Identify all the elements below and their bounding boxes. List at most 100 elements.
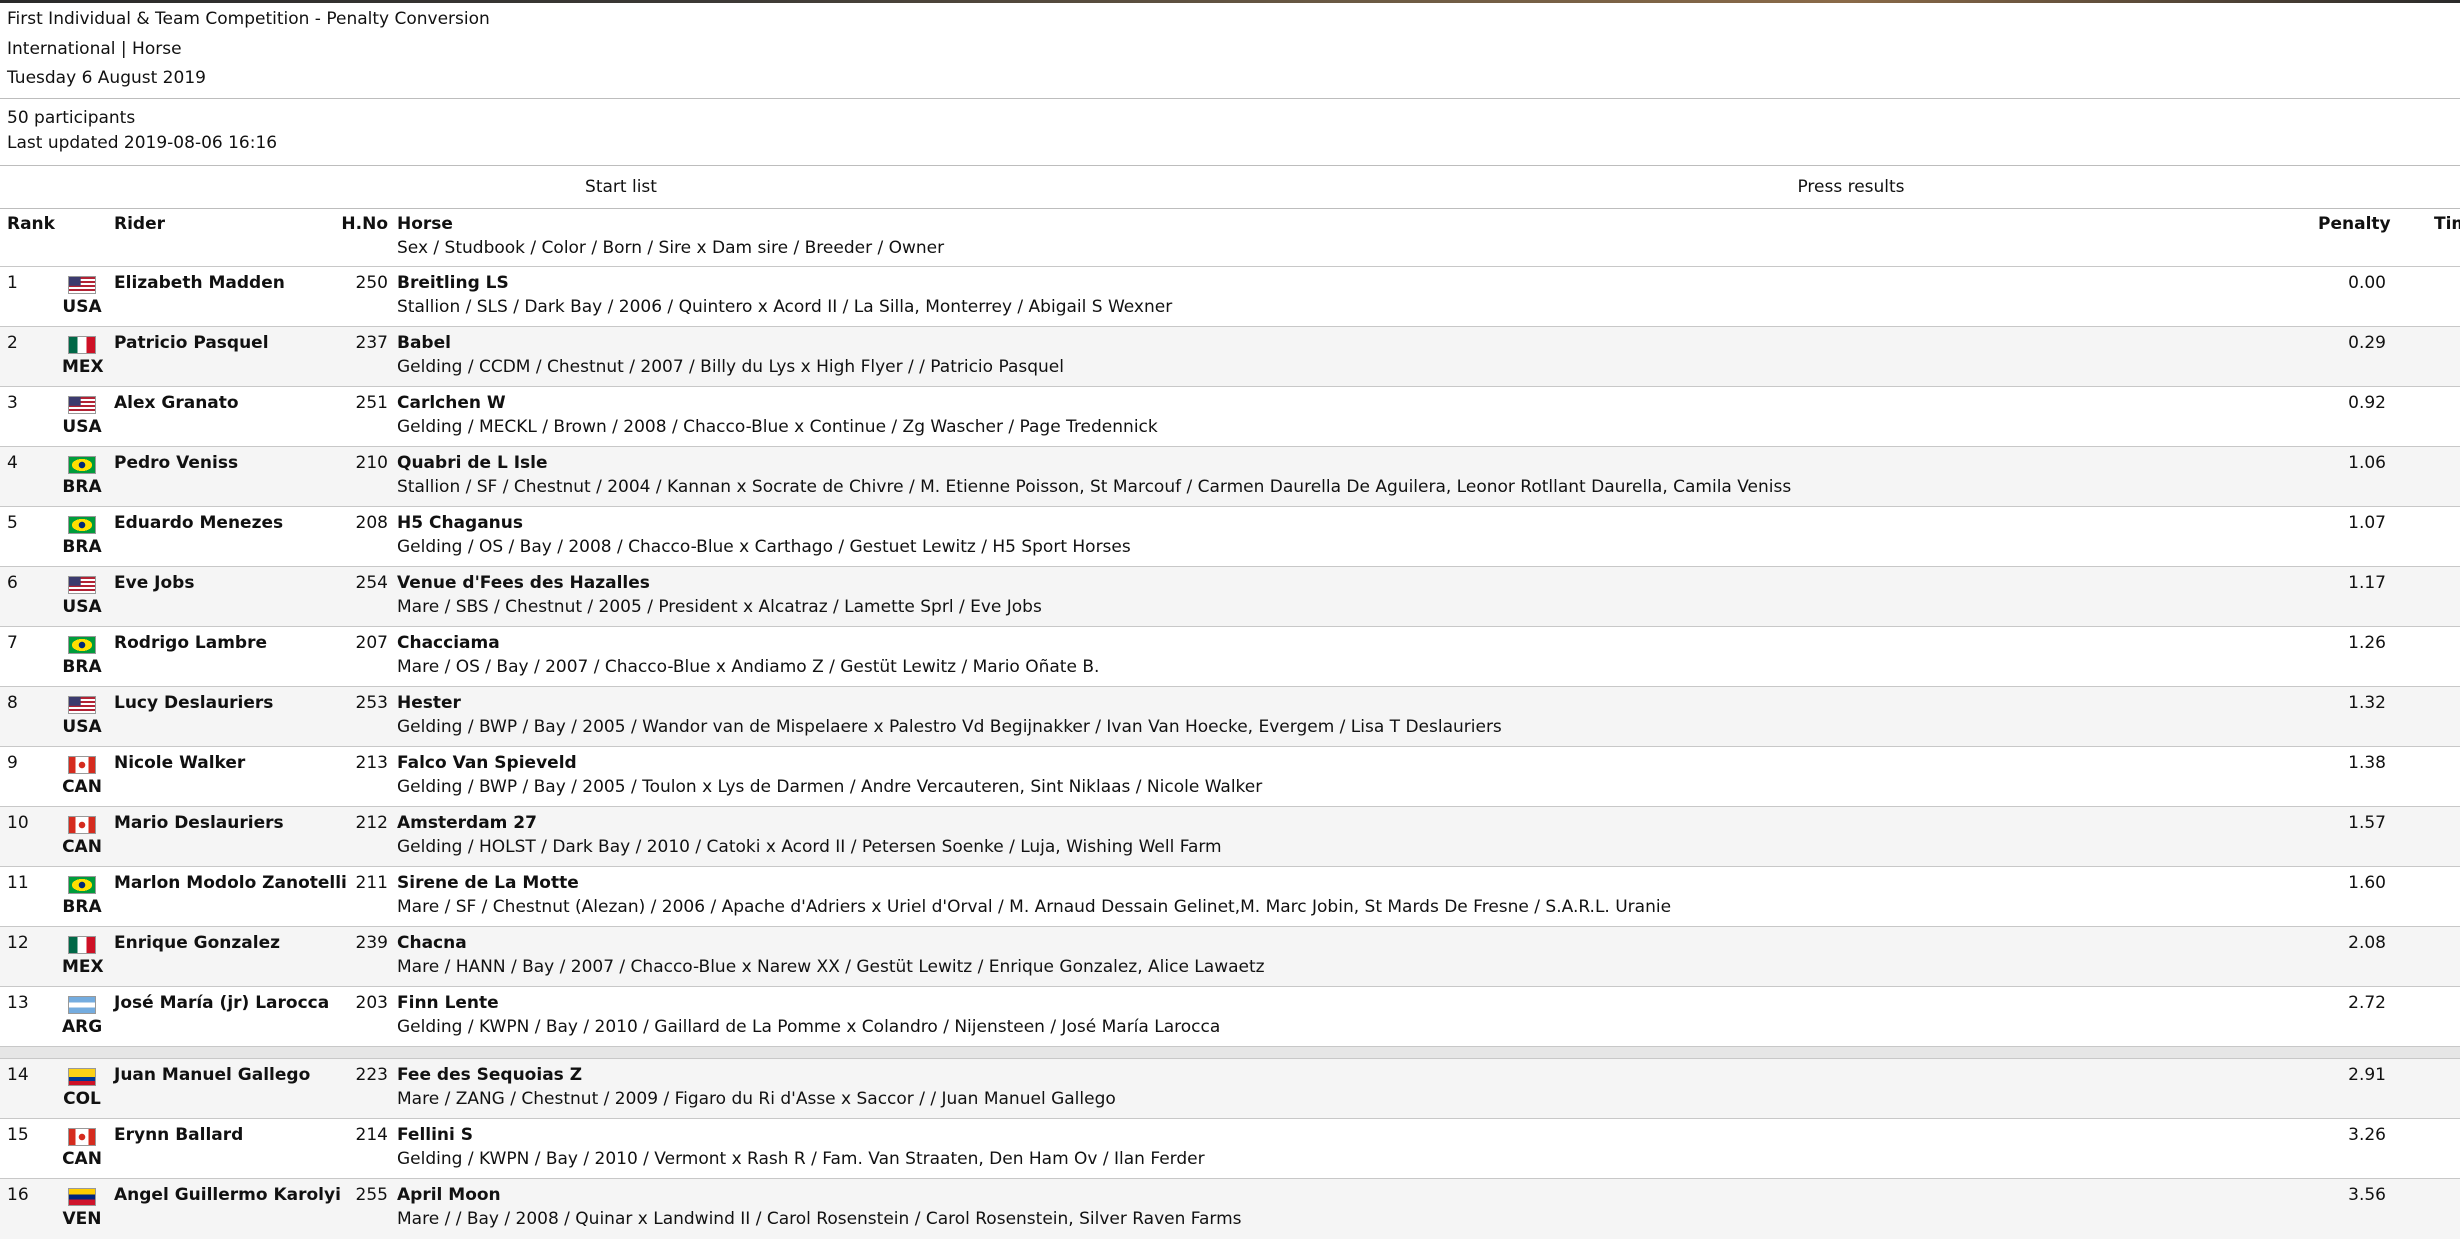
rank: 8 xyxy=(7,693,18,713)
country-flag-icon xyxy=(68,1068,96,1086)
rank: 7 xyxy=(7,633,18,653)
rider-name[interactable]: Juan Manuel Gallego xyxy=(114,1064,310,1086)
nation-code: USA xyxy=(62,297,102,317)
country-flag-icon xyxy=(68,1188,96,1206)
horse-details: Gelding / BWP / Bay / 2005 / Wandor van … xyxy=(397,717,1502,737)
col-rank: Rank xyxy=(7,214,55,234)
event-date: Tuesday 6 August 2019 xyxy=(7,68,206,88)
horse-name[interactable]: Chacciama xyxy=(397,632,500,654)
rider-name[interactable]: Eduardo Menezes xyxy=(114,512,283,534)
rider-name[interactable]: Rodrigo Lambre xyxy=(114,632,267,654)
country-flag-icon xyxy=(68,1128,96,1146)
table-row[interactable]: 6 USA Eve Jobs 254 Venue d'Fees des Hazalles… xyxy=(0,566,2460,627)
rank: 14 xyxy=(7,1065,29,1085)
rank: 2 xyxy=(7,333,18,353)
horse-number: 251 xyxy=(355,393,388,413)
divider xyxy=(0,98,2460,99)
horse-number: 214 xyxy=(355,1125,388,1145)
nation-code: BRA xyxy=(62,897,102,917)
horse-name[interactable]: Breitling LS xyxy=(397,272,509,294)
table-row[interactable]: 7 BRA Rodrigo Lambre 207 Chacciama Mare / OS … xyxy=(0,626,2460,687)
horse-name[interactable]: Sirene de La Motte xyxy=(397,872,579,894)
results-table-header: Rank Rider H.No Horse Sex / Studbook / C… xyxy=(0,210,2460,266)
rider-name[interactable]: Marlon Modolo Zanotelli xyxy=(114,872,347,894)
table-row[interactable]: 9 CAN Nicole Walker 213 Falco Van Spieveld Ge… xyxy=(0,746,2460,807)
penalty: 2.91 xyxy=(2348,1065,2386,1085)
table-row[interactable]: 16 VEN Angel Guillermo Karolyi 255 April Moo… xyxy=(0,1178,2460,1239)
country-flag-icon xyxy=(68,636,96,654)
country-flag-icon xyxy=(68,936,96,954)
horse-number: 210 xyxy=(355,453,388,473)
rank: 13 xyxy=(7,993,29,1013)
rank: 9 xyxy=(7,753,18,773)
horse-details: Gelding / BWP / Bay / 2005 / Toulon x Ly… xyxy=(397,777,1263,797)
horse-number: 211 xyxy=(355,873,388,893)
view-switcher: Start list Press results xyxy=(0,166,2460,208)
last-updated: Last updated 2019-08-06 16:16 xyxy=(7,133,278,153)
horse-name[interactable]: Venue d'Fees des Hazalles xyxy=(397,572,650,594)
country-flag-icon xyxy=(68,876,96,894)
table-row[interactable]: 14 COL Juan Manuel Gallego 223 Fee des Sequo… xyxy=(0,1058,2460,1119)
horse-name[interactable]: Falco Van Spieveld xyxy=(397,752,577,774)
table-row[interactable]: 15 CAN Erynn Ballard 214 Fellini S Gelding / … xyxy=(0,1118,2460,1179)
participants-count: 50 participants xyxy=(7,108,136,128)
nation-code: USA xyxy=(62,597,102,617)
horse-name[interactable]: Hester xyxy=(397,692,461,714)
table-row[interactable]: 10 CAN Mario Deslauriers 212 Amsterdam 27 Gel… xyxy=(0,806,2460,867)
horse-details: Gelding / HOLST / Dark Bay / 2010 / Cato… xyxy=(397,837,1222,857)
horse-name[interactable]: Babel xyxy=(397,332,451,354)
press-results-button[interactable]: Press results xyxy=(1242,166,2460,208)
rank: 1 xyxy=(7,273,18,293)
horse-details: Stallion / SF / Chestnut / 2004 / Kannan… xyxy=(397,477,1792,497)
rider-name[interactable]: Patricio Pasquel xyxy=(114,332,269,354)
rider-name[interactable]: Lucy Deslauriers xyxy=(114,692,273,714)
table-row[interactable]: 13 ARG José María (jr) Larocca 203 Finn Lent… xyxy=(0,986,2460,1047)
start-list-button[interactable]: Start list xyxy=(0,166,1242,208)
horse-name[interactable]: Fee des Sequoias Z xyxy=(397,1064,582,1086)
rider-name[interactable]: Alex Granato xyxy=(114,392,239,414)
penalty: 1.26 xyxy=(2348,633,2386,653)
penalty: 2.72 xyxy=(2348,993,2386,1013)
penalty: 1.57 xyxy=(2348,813,2386,833)
rider-name[interactable]: Erynn Ballard xyxy=(114,1124,243,1146)
table-row[interactable]: 4 BRA Pedro Veniss 210 Quabri de L Isle Stall… xyxy=(0,446,2460,507)
horse-name[interactable]: April Moon xyxy=(397,1184,501,1206)
rider-name[interactable]: Enrique Gonzalez xyxy=(114,932,280,954)
table-row[interactable]: 2 MEX Patricio Pasquel 237 Babel Gelding / CC… xyxy=(0,326,2460,387)
horse-name[interactable]: Quabri de L Isle xyxy=(397,452,548,474)
rider-name[interactable]: Eve Jobs xyxy=(114,572,194,594)
rider-name[interactable]: Pedro Veniss xyxy=(114,452,238,474)
rider-name[interactable]: Mario Deslauriers xyxy=(114,812,284,834)
rider-name[interactable]: José María (jr) Larocca xyxy=(114,992,329,1014)
rank: 16 xyxy=(7,1185,29,1205)
penalty: 1.60 xyxy=(2348,873,2386,893)
horse-name[interactable]: H5 Chaganus xyxy=(397,512,523,534)
horse-name[interactable]: Carlchen W xyxy=(397,392,506,414)
rider-name[interactable]: Nicole Walker xyxy=(114,752,245,774)
penalty: 0.92 xyxy=(2348,393,2386,413)
rank: 5 xyxy=(7,513,18,533)
country-flag-icon xyxy=(68,696,96,714)
horse-name[interactable]: Fellini S xyxy=(397,1124,473,1146)
rank: 11 xyxy=(7,873,29,893)
country-flag-icon xyxy=(68,996,96,1014)
penalty: 1.38 xyxy=(2348,753,2386,773)
table-row[interactable]: 8 USA Lucy Deslauriers 253 Hester Gelding / B… xyxy=(0,686,2460,747)
rank: 4 xyxy=(7,453,18,473)
table-row[interactable]: 5 BRA Eduardo Menezes 208 H5 Chaganus Gelding… xyxy=(0,506,2460,567)
table-row[interactable]: 3 USA Alex Granato 251 Carlchen W Gelding / M… xyxy=(0,386,2460,447)
event-title: First Individual & Team Competition - Pe… xyxy=(7,9,490,29)
horse-name[interactable]: Amsterdam 27 xyxy=(397,812,537,834)
horse-name[interactable]: Finn Lente xyxy=(397,992,499,1014)
horse-number: 237 xyxy=(355,333,388,353)
table-row[interactable]: 1 USA Elizabeth Madden 250 Breitling LS Stall… xyxy=(0,266,2460,327)
table-row[interactable]: 12 MEX Enrique Gonzalez 239 Chacna Mare / HAN… xyxy=(0,926,2460,987)
rider-name[interactable]: Elizabeth Madden xyxy=(114,272,285,294)
horse-number: 253 xyxy=(355,693,388,713)
rider-name[interactable]: Angel Guillermo Karolyi xyxy=(114,1184,341,1206)
nation-code: BRA xyxy=(62,657,102,677)
horse-details: Stallion / SLS / Dark Bay / 2006 / Quint… xyxy=(397,297,1173,317)
table-row[interactable]: 11 BRA Marlon Modolo Zanotelli 211 Sirene de… xyxy=(0,866,2460,927)
horse-details: Mare / HANN / Bay / 2007 / Chacco-Blue x… xyxy=(397,957,1265,977)
horse-name[interactable]: Chacna xyxy=(397,932,467,954)
